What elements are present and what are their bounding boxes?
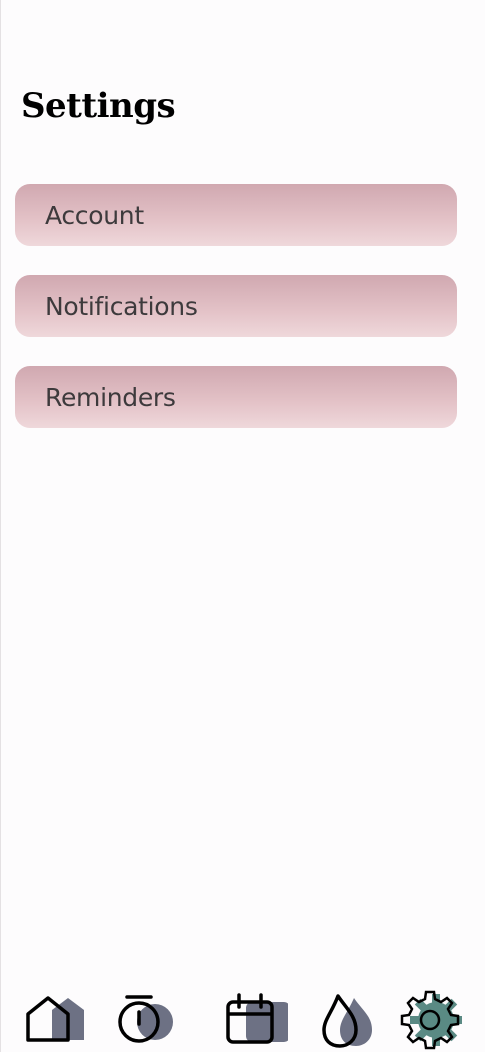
- settings-item-reminders[interactable]: Reminders: [15, 366, 457, 428]
- settings-item-label: Notifications: [45, 291, 198, 321]
- nav-streak-button[interactable]: [314, 990, 378, 1050]
- nav-calendar-button[interactable]: [224, 990, 288, 1050]
- nav-home-button[interactable]: [22, 990, 86, 1050]
- calendar-icon: [226, 993, 288, 1044]
- settings-item-label: Account: [45, 200, 144, 230]
- flame-icon: [322, 994, 372, 1048]
- home-icon: [26, 996, 84, 1042]
- settings-item-notifications[interactable]: Notifications: [15, 275, 457, 337]
- nav-settings-button[interactable]: [400, 990, 464, 1050]
- settings-item-label: Reminders: [45, 382, 176, 412]
- bottom-nav: [0, 990, 485, 1052]
- nav-timer-button[interactable]: [113, 990, 177, 1050]
- left-edge-divider: [0, 0, 1, 1052]
- settings-item-account[interactable]: Account: [15, 184, 457, 246]
- page-title: Settings: [21, 86, 176, 126]
- timer-icon: [118, 995, 173, 1043]
- gear-icon: [400, 990, 462, 1050]
- settings-list: Account Notifications Reminders: [15, 184, 457, 428]
